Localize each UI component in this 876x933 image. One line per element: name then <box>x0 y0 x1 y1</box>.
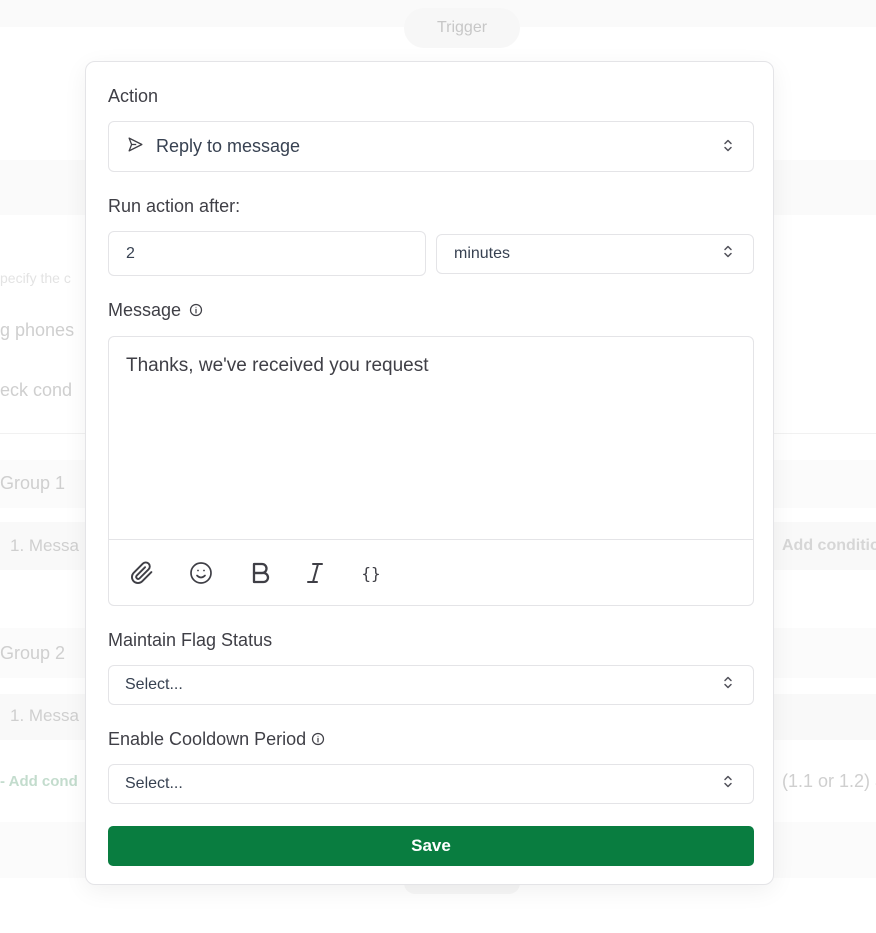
bg-group1-item: 1. Messa <box>10 536 79 555</box>
cooldown-label-row: Enable Cooldown Period <box>108 729 325 751</box>
bg-add-condition-right: Add conditio <box>782 537 876 554</box>
paperclip-icon[interactable] <box>129 560 155 586</box>
run-after-label: Run action after: <box>108 196 241 216</box>
save-button[interactable]: Save <box>108 826 754 866</box>
bg-group1-title: Group 1 <box>0 473 66 493</box>
chevron-up-down-icon <box>723 245 733 264</box>
chevron-up-down-icon <box>723 676 733 695</box>
run-after-input[interactable]: 2 <box>108 231 426 276</box>
bg-group2-item: 1. Messa <box>10 706 79 725</box>
action-select[interactable]: Reply to message <box>108 121 754 172</box>
italic-icon[interactable] <box>302 560 328 586</box>
bg-add-condition-left: - Add cond <box>0 773 78 790</box>
bg-phones-text: g phones <box>0 320 75 340</box>
message-editor[interactable]: Thanks, we've received you request {} <box>108 336 754 606</box>
flag-status-label: Maintain Flag Status <box>108 630 273 650</box>
bg-logic-text: (1.1 or 1.2) a <box>782 771 876 791</box>
send-icon <box>127 136 144 158</box>
trigger-label: Trigger <box>436 19 488 36</box>
message-label-row: Message <box>108 300 203 322</box>
trigger-node: Trigger <box>404 8 520 48</box>
flag-status-select[interactable]: Select... <box>108 665 754 705</box>
run-after-value: 2 <box>126 244 135 262</box>
chevron-up-down-icon <box>723 136 733 157</box>
bold-icon[interactable] <box>248 560 274 586</box>
braces-icon[interactable]: {} <box>357 560 385 586</box>
bg-specify-text: pecify the c <box>0 270 71 286</box>
run-after-unit-value: minutes <box>454 245 511 262</box>
info-icon[interactable] <box>189 301 203 322</box>
action-select-value: Reply to message <box>156 136 301 156</box>
message-text[interactable]: Thanks, we've received you request <box>126 355 429 377</box>
chevron-up-down-icon <box>723 775 733 794</box>
cooldown-label: Enable Cooldown Period <box>108 729 307 749</box>
action-modal: Action Reply to message Run action after… <box>85 61 774 885</box>
info-icon[interactable] <box>311 730 325 751</box>
action-label: Action <box>108 86 159 106</box>
run-after-unit-select[interactable]: minutes <box>436 234 754 274</box>
smiley-icon[interactable] <box>188 560 214 586</box>
bg-check-text: eck cond <box>0 380 73 400</box>
cooldown-placeholder: Select... <box>125 775 183 792</box>
bg-group2-title: Group 2 <box>0 643 66 663</box>
message-label: Message <box>108 300 182 320</box>
cooldown-select[interactable]: Select... <box>108 764 754 804</box>
flag-status-placeholder: Select... <box>125 676 183 693</box>
editor-toolbar: {} <box>109 539 753 605</box>
